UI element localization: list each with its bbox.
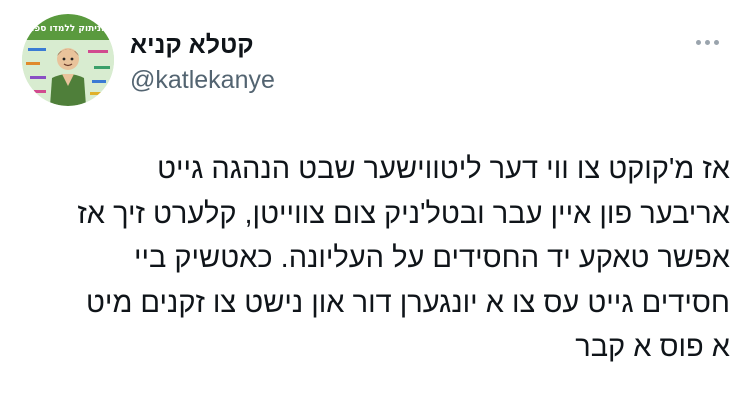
avatar-image: הניתוק ללמדו ספר xyxy=(22,14,114,106)
display-name[interactable]: קטלא קניא xyxy=(130,30,254,60)
tweet-text-line: א פוס א קבר xyxy=(575,331,730,363)
tweet-text-line: חסידים גייט עס צו א יונגערן דור און נישט… xyxy=(85,286,730,319)
more-horizontal-icon xyxy=(704,39,710,45)
avatar-banner-text: הניתוק ללמדו ספר xyxy=(29,24,107,34)
more-horizontal-icon xyxy=(695,39,701,45)
user-handle[interactable]: @katlekanye xyxy=(130,65,275,95)
avatar[interactable]: הניתוק ללמדו ספר xyxy=(22,14,114,106)
more-options-button[interactable] xyxy=(690,30,724,54)
tweet-card: הניתוק ללמדו ספר קטלא קניא @katlekanye א… xyxy=(0,0,750,410)
more-horizontal-icon xyxy=(713,39,719,45)
tweet-text-line: אפשר טאקע יד החסידים על העליונה. כאטשיק … xyxy=(133,242,730,274)
tweet-text-line: אז מ'קוקט צו ווי דער ליטווישער שבט הנהגה… xyxy=(157,153,730,185)
tweet-text: אז מ'קוקט צו ווי דער ליטווישער שבט הנהגה… xyxy=(8,147,730,370)
tweet-text-line: אריבער פון איין עבר ובטל'ניק צום צווייטן… xyxy=(77,197,730,230)
